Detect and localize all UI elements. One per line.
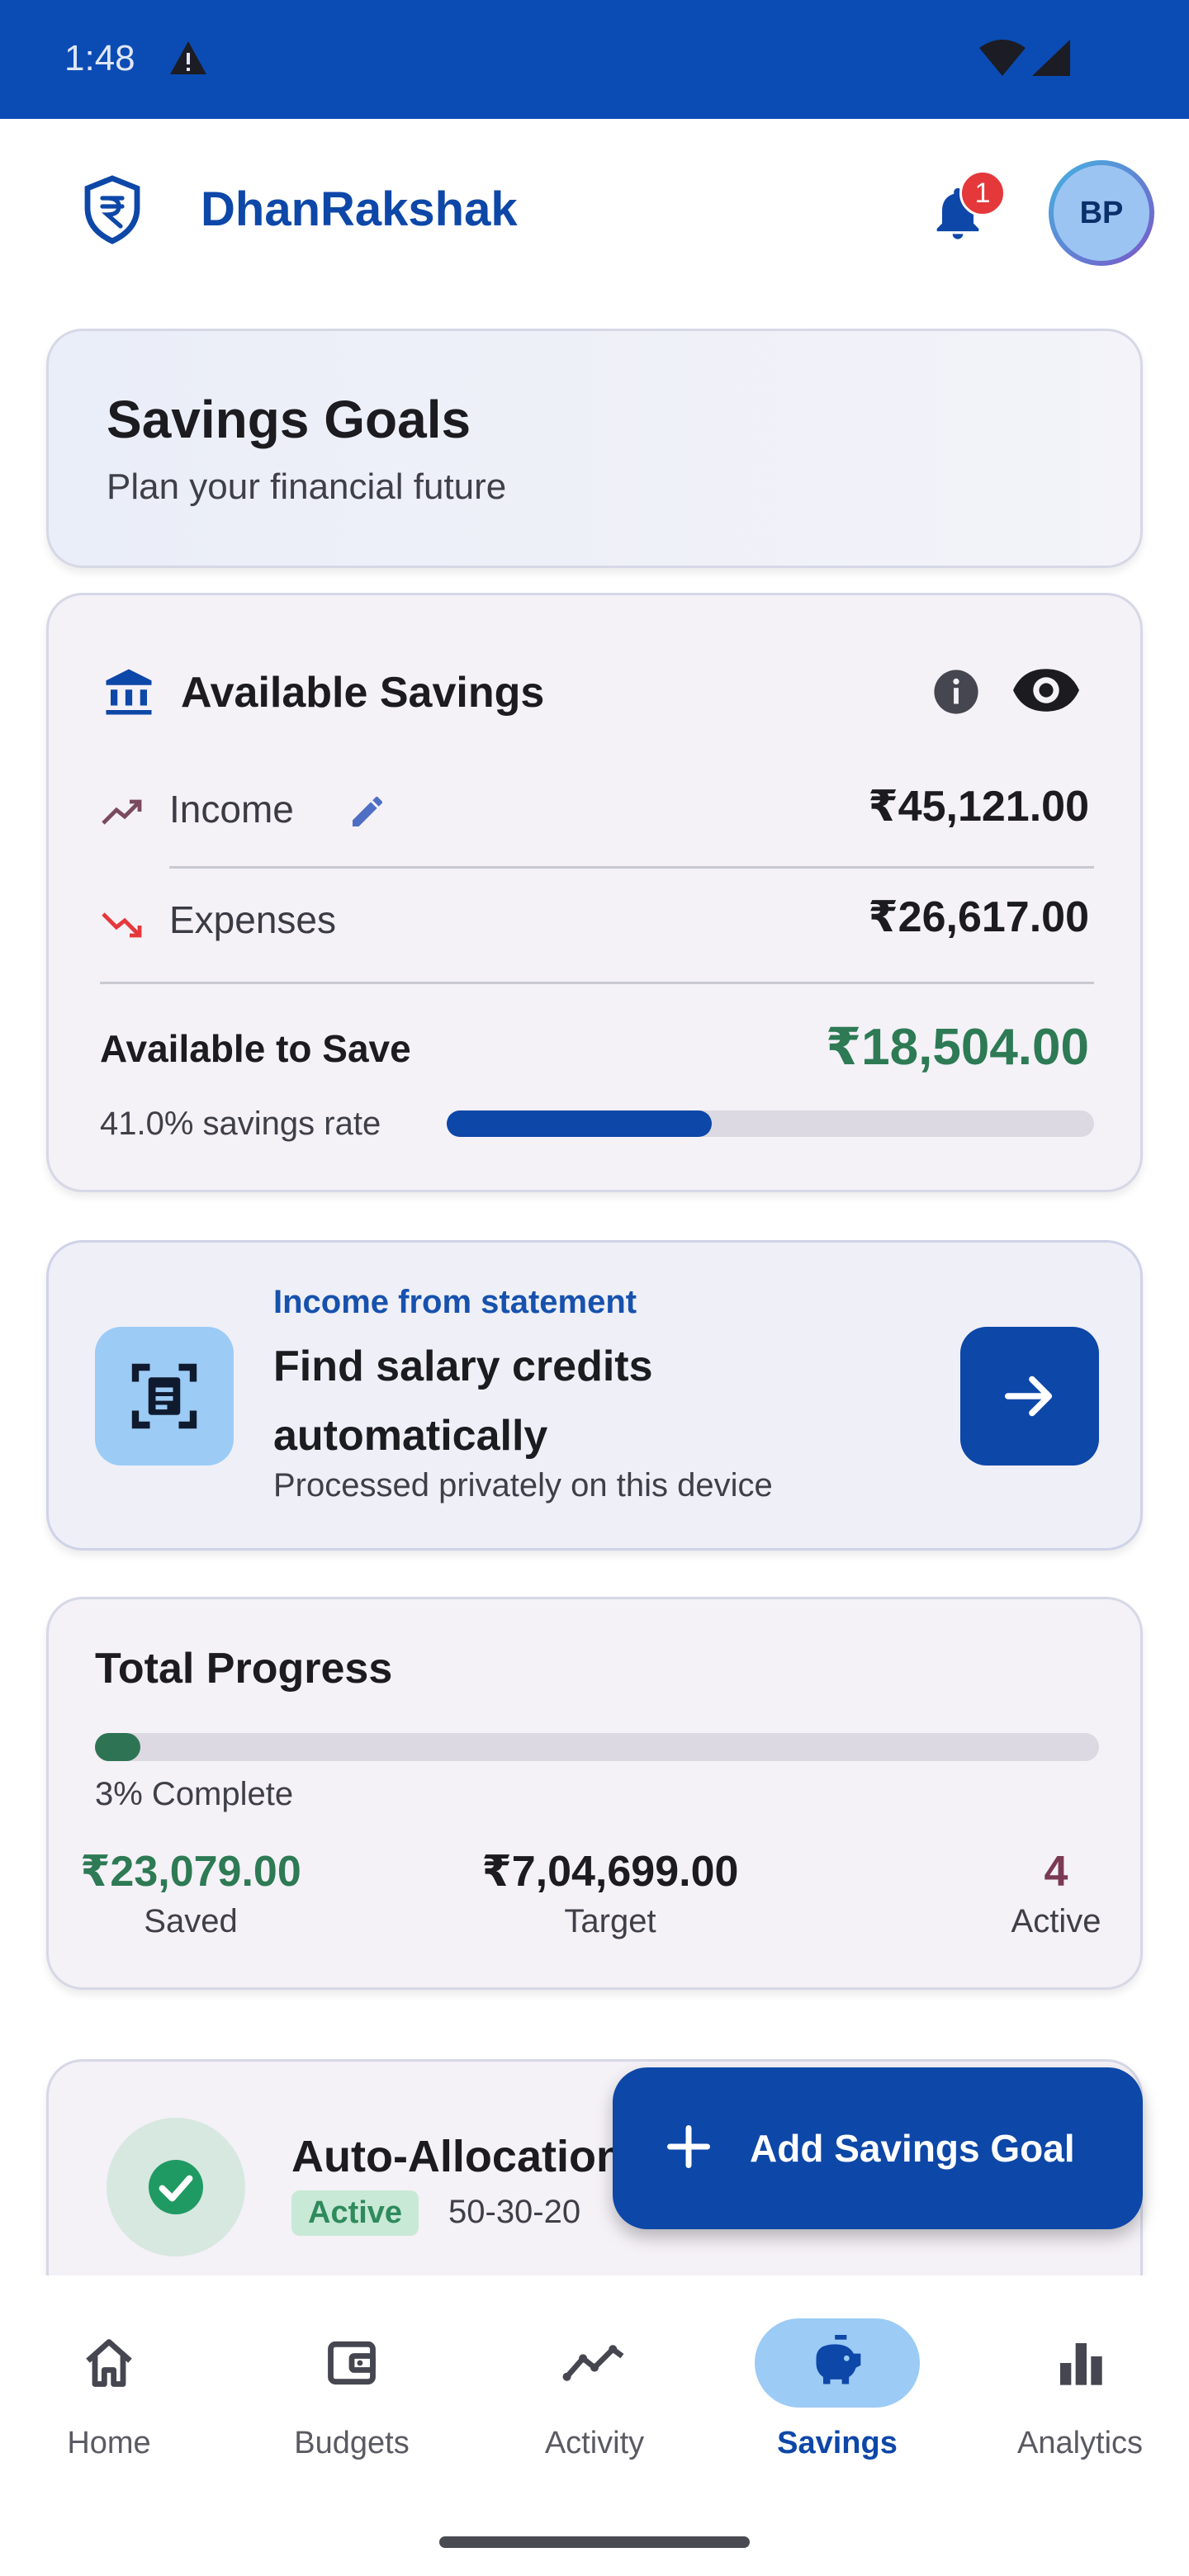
nav-label-activity: Activity xyxy=(544,2426,645,2460)
nav-label-budgets: Budgets xyxy=(294,2426,410,2460)
income-label: Income xyxy=(169,788,294,831)
plus-icon xyxy=(664,2122,713,2176)
nav-label-analytics: Analytics xyxy=(1016,2426,1144,2460)
statement-subtitle: Processed privately on this device xyxy=(273,1467,773,1503)
savings-rate-text: 41.0% savings rate xyxy=(100,1106,381,1142)
target-label: Target xyxy=(564,1903,656,1939)
nav-item-home[interactable]: Home xyxy=(10,2318,208,2484)
status-bar: 1:48 xyxy=(0,0,1189,119)
income-amount: ₹45,121.00 xyxy=(868,783,1089,831)
total-progress-fill xyxy=(95,1733,140,1761)
arrow-right-icon xyxy=(1004,1376,1053,1417)
savings-rate-fill xyxy=(447,1110,713,1137)
target-value: ₹7,04,699.00 xyxy=(481,1848,739,1896)
nav-item-budgets[interactable]: Budgets xyxy=(253,2318,451,2484)
expenses-amount: ₹26,617.00 xyxy=(868,893,1089,941)
check-circle-icon xyxy=(107,2118,245,2256)
available-savings-card: Available Savings Income ₹45,121.00 Expe… xyxy=(46,593,1143,1192)
available-savings-title: Available Savings xyxy=(181,669,545,717)
app-bar: DhanRakshak 1 BP xyxy=(0,119,1189,305)
trending-down-icon xyxy=(102,911,144,945)
saved-label: Saved xyxy=(144,1903,238,1939)
status-badge: Active xyxy=(291,2190,419,2236)
notification-badge: 1 xyxy=(959,170,1006,216)
home-icon xyxy=(26,2318,192,2408)
shield-rupee-icon xyxy=(83,175,142,249)
edit-pencil-icon[interactable] xyxy=(348,792,387,836)
available-to-save-label: Available to Save xyxy=(100,1027,411,1070)
total-progress-card: Total Progress 3% Complete ₹23,079.00 Sa… xyxy=(46,1597,1143,1990)
cellular-signal-icon xyxy=(1032,40,1070,80)
nav-label-home: Home xyxy=(67,2426,151,2460)
statement-go-button[interactable] xyxy=(960,1327,1099,1466)
header-card: Savings Goals Plan your financial future xyxy=(46,329,1143,568)
piggy-bank-icon xyxy=(755,2318,920,2408)
statement-title: Find salary credits automatically xyxy=(273,1342,653,1460)
add-savings-goal-button[interactable]: Add Savings Goal xyxy=(613,2067,1143,2229)
status-time: 1:48 xyxy=(64,38,135,78)
auto-allocation-title: Auto-Allocation xyxy=(291,2132,623,2181)
wifi-icon xyxy=(979,40,1026,80)
total-progress-title: Total Progress xyxy=(95,1645,393,1693)
add-savings-goal-label: Add Savings Goal xyxy=(750,2127,1075,2170)
nav-item-activity[interactable]: Activity xyxy=(495,2318,694,2484)
divider xyxy=(100,982,1094,984)
allocation-rule: 50-30-20 xyxy=(448,2194,581,2230)
available-to-save-amount: ₹18,504.00 xyxy=(826,1019,1089,1076)
nav-item-analytics[interactable]: Analytics xyxy=(981,2318,1179,2484)
active-count-label: Active xyxy=(1011,1903,1101,1939)
app-title: DhanRakshak xyxy=(201,182,518,236)
total-progress-bar xyxy=(95,1733,1099,1761)
statement-kicker: Income from statement xyxy=(273,1284,637,1320)
wallet-icon xyxy=(269,2318,434,2408)
nav-label-savings: Savings xyxy=(777,2426,898,2460)
page-subtitle: Plan your financial future xyxy=(107,466,507,507)
warning-icon xyxy=(168,40,208,80)
bottom-navigation: Home Budgets Activity Savings Analytics xyxy=(0,2275,1189,2576)
savings-rate-bar xyxy=(447,1110,1094,1137)
page-title: Savings Goals xyxy=(107,390,471,449)
progress-complete-text: 3% Complete xyxy=(95,1776,294,1812)
home-indicator[interactable] xyxy=(439,2536,750,2548)
expenses-label: Expenses xyxy=(169,898,337,941)
avatar[interactable]: BP xyxy=(1049,160,1154,266)
activity-icon xyxy=(512,2318,677,2408)
nav-item-savings[interactable]: Savings xyxy=(738,2318,936,2484)
trending-up-icon xyxy=(102,797,144,831)
eye-icon[interactable] xyxy=(1013,666,1079,718)
bar-chart-icon xyxy=(997,2318,1163,2408)
bank-icon xyxy=(102,665,156,723)
divider xyxy=(169,866,1094,869)
avatar-initials: BP xyxy=(1054,165,1149,261)
info-icon[interactable] xyxy=(932,668,980,720)
active-count-value: 4 xyxy=(1044,1848,1068,1896)
document-scan-icon xyxy=(95,1327,234,1466)
statement-import-card[interactable]: Income from statement Find salary credit… xyxy=(46,1240,1143,1551)
saved-value: ₹23,079.00 xyxy=(80,1848,301,1896)
